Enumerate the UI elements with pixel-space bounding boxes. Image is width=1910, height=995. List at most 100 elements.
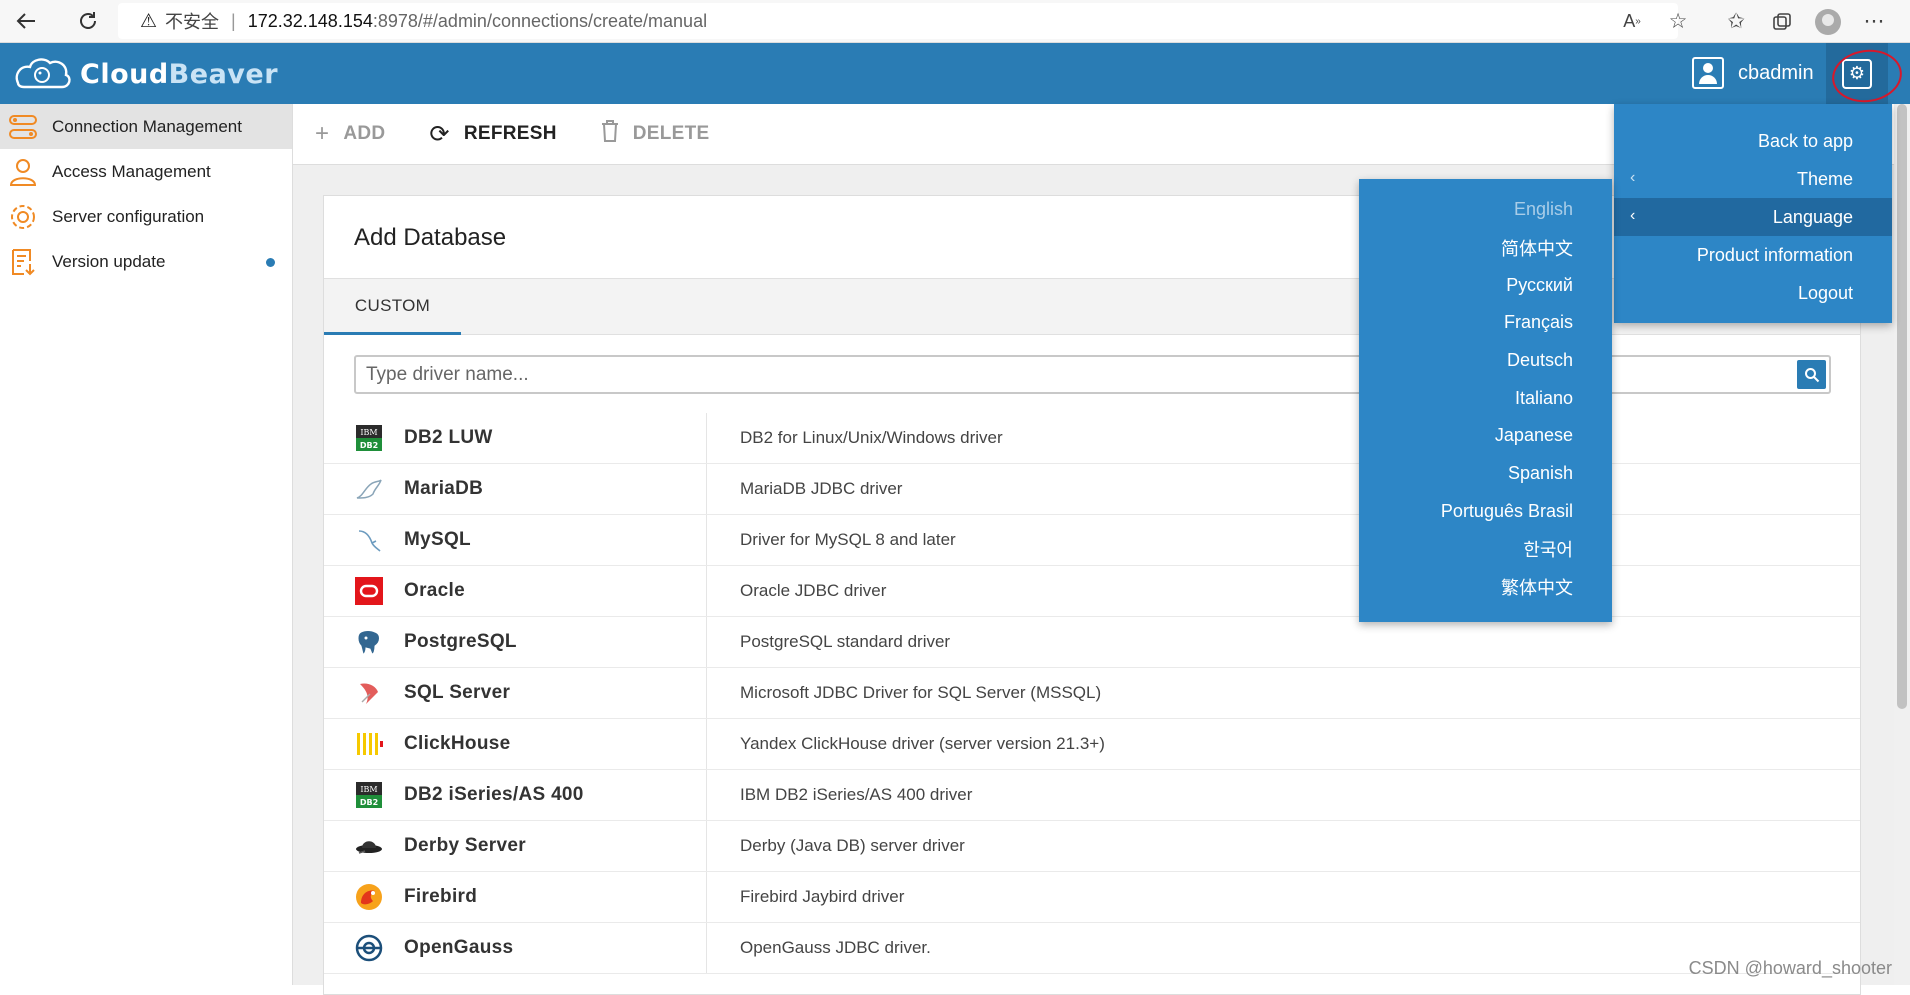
watermark: CSDN @howard_shooter xyxy=(1689,958,1892,979)
menu-item-label: Language xyxy=(1773,207,1853,228)
user-menu[interactable]: cbadmin xyxy=(1692,57,1814,89)
update-icon xyxy=(6,245,40,279)
driver-row-sql-server[interactable]: SQL Server Microsoft JDBC Driver for SQL… xyxy=(324,668,1860,719)
driver-name: MariaDB xyxy=(404,478,710,500)
read-aloud-icon[interactable]: A» xyxy=(1612,2,1652,42)
sidebar: Connection Management Access Management … xyxy=(0,104,293,985)
add-label: ADD xyxy=(343,123,385,145)
driver-name: Derby Server xyxy=(404,835,710,857)
mariadb-icon xyxy=(354,474,384,504)
driver-name: OpenGauss xyxy=(404,937,710,959)
app-header: CloudBeaver cbadmin ⚙ xyxy=(0,43,1910,104)
more-icon[interactable]: ⋯ xyxy=(1854,2,1894,42)
url-path: :8978/#/admin/connections/create/manual xyxy=(373,11,707,32)
search-icon xyxy=(1804,367,1820,383)
cloudbeaver-logo[interactable]: CloudBeaver xyxy=(12,53,278,95)
menu-item-back-to-app[interactable]: Back to app xyxy=(1614,122,1892,160)
refresh-button[interactable]: ⟳ REFRESH xyxy=(429,120,556,149)
logo-text-beaver: Beaver xyxy=(169,59,278,90)
menu-item-logout[interactable]: Logout xyxy=(1614,274,1892,312)
sidebar-item-server-configuration[interactable]: Server configuration xyxy=(0,194,292,239)
driver-row-clickhouse[interactable]: ClickHouse Yandex ClickHouse driver (ser… xyxy=(324,719,1860,770)
refresh-label: REFRESH xyxy=(464,123,557,145)
driver-description: DB2 for Linux/Unix/Windows driver xyxy=(740,428,1003,448)
driver-row-mysql[interactable]: MySQL Driver for MySQL 8 and later xyxy=(324,515,1860,566)
driver-row-db2-luw[interactable]: IBMDB2 DB2 LUW DB2 for Linux/Unix/Window… xyxy=(324,413,1860,464)
opengauss-icon xyxy=(354,933,384,963)
driver-row-db2-iseries[interactable]: IBMDB2 DB2 iSeries/AS 400 IBM DB2 iSerie… xyxy=(324,770,1860,821)
sqlserver-icon xyxy=(354,678,384,708)
page-scrollbar[interactable] xyxy=(1894,104,1910,985)
collections-icon[interactable] xyxy=(1762,2,1802,42)
address-separator: | xyxy=(231,11,236,32)
back-arrow-icon[interactable] xyxy=(6,1,46,41)
driver-description: Driver for MySQL 8 and later xyxy=(740,530,956,550)
user-icon xyxy=(6,155,40,189)
driver-name: Firebird xyxy=(404,886,710,908)
menu-item-label: Back to app xyxy=(1758,131,1853,152)
language-option-italian[interactable]: Italiano xyxy=(1359,379,1612,417)
driver-list: IBMDB2 DB2 LUW DB2 for Linux/Unix/Window… xyxy=(324,413,1860,974)
language-option-spanish[interactable]: Spanish xyxy=(1359,455,1612,493)
language-option-japanese[interactable]: Japanese xyxy=(1359,417,1612,455)
url-host: 172.32.148.154 xyxy=(248,11,373,32)
sidebar-item-label: Version update xyxy=(52,252,165,272)
delete-button[interactable]: DELETE xyxy=(601,120,710,149)
svg-text:DB2: DB2 xyxy=(360,798,378,807)
search-button[interactable] xyxy=(1797,360,1826,389)
menu-item-language[interactable]: ‹ Language xyxy=(1614,198,1892,236)
connection-icon xyxy=(6,110,40,144)
language-option-english[interactable]: English xyxy=(1359,191,1612,229)
driver-description: MariaDB JDBC driver xyxy=(740,479,902,499)
driver-name: SQL Server xyxy=(404,682,710,704)
language-option-german[interactable]: Deutsch xyxy=(1359,342,1612,380)
scrollbar-thumb[interactable] xyxy=(1897,104,1907,709)
trash-icon xyxy=(601,120,619,149)
driver-name: Oracle xyxy=(404,580,710,602)
language-option-simplified-chinese[interactable]: 简体中文 xyxy=(1359,229,1612,267)
mysql-icon xyxy=(354,525,384,555)
driver-description: Microsoft JDBC Driver for SQL Server (MS… xyxy=(740,683,1101,703)
language-option-korean[interactable]: 한국어 xyxy=(1359,530,1612,568)
language-option-french[interactable]: Français xyxy=(1359,304,1612,342)
language-option-portuguese-brazil[interactable]: Português Brasil xyxy=(1359,493,1612,531)
driver-description: Firebird Jaybird driver xyxy=(740,887,904,907)
menu-item-theme[interactable]: ‹ Theme xyxy=(1614,160,1892,198)
language-submenu: English 简体中文 Русский Français Deutsch It… xyxy=(1359,179,1612,622)
driver-row-postgresql[interactable]: PostgreSQL PostgreSQL standard driver xyxy=(324,617,1860,668)
user-avatar-icon xyxy=(1692,57,1724,89)
db2-icon: IBMDB2 xyxy=(354,780,384,810)
gear-icon xyxy=(6,200,40,234)
menu-item-label: Product information xyxy=(1697,245,1853,266)
favorites-icon[interactable]: ✩ xyxy=(1716,2,1756,42)
db2-icon: IBMDB2 xyxy=(354,423,384,453)
menu-item-label: Theme xyxy=(1797,169,1853,190)
menu-item-product-information[interactable]: Product information xyxy=(1614,236,1892,274)
driver-description: Derby (Java DB) server driver xyxy=(740,836,965,856)
chevron-left-icon: ‹ xyxy=(1630,169,1635,187)
add-button[interactable]: + ADD xyxy=(315,120,385,148)
address-bar[interactable]: ⚠ 不安全 | 172.32.148.154 :8978/#/admin/con… xyxy=(118,3,1678,39)
tab-custom[interactable]: CUSTOM xyxy=(324,279,461,335)
profile-avatar[interactable] xyxy=(1808,2,1848,42)
sidebar-item-access-management[interactable]: Access Management xyxy=(0,149,292,194)
driver-row-opengauss[interactable]: OpenGauss OpenGauss JDBC driver. xyxy=(324,923,1860,974)
sidebar-item-label: Access Management xyxy=(52,162,211,182)
sidebar-item-version-update[interactable]: Version update xyxy=(0,239,292,284)
refresh-icon: ⟳ xyxy=(429,120,449,149)
driver-row-derby-server[interactable]: Derby Server Derby (Java DB) server driv… xyxy=(324,821,1860,872)
reload-icon[interactable] xyxy=(68,1,108,41)
driver-row-oracle[interactable]: Oracle Oracle JDBC driver xyxy=(324,566,1860,617)
driver-row-firebird[interactable]: Firebird Firebird Jaybird driver xyxy=(324,872,1860,923)
sidebar-item-label: Connection Management xyxy=(52,117,242,137)
settings-button[interactable]: ⚙ xyxy=(1826,43,1888,104)
driver-row-mariadb[interactable]: MariaDB MariaDB JDBC driver xyxy=(324,464,1860,515)
driver-description: PostgreSQL standard driver xyxy=(740,632,950,652)
sidebar-item-label: Server configuration xyxy=(52,207,204,227)
language-option-russian[interactable]: Русский xyxy=(1359,266,1612,304)
language-option-traditional-chinese[interactable]: 繁体中文 xyxy=(1359,568,1612,606)
page-title: Add Database xyxy=(354,224,506,252)
logo-text-cloud: Cloud xyxy=(80,59,169,90)
sidebar-item-connection-management[interactable]: Connection Management xyxy=(0,104,292,149)
add-favorite-icon[interactable]: ☆ xyxy=(1658,2,1698,42)
